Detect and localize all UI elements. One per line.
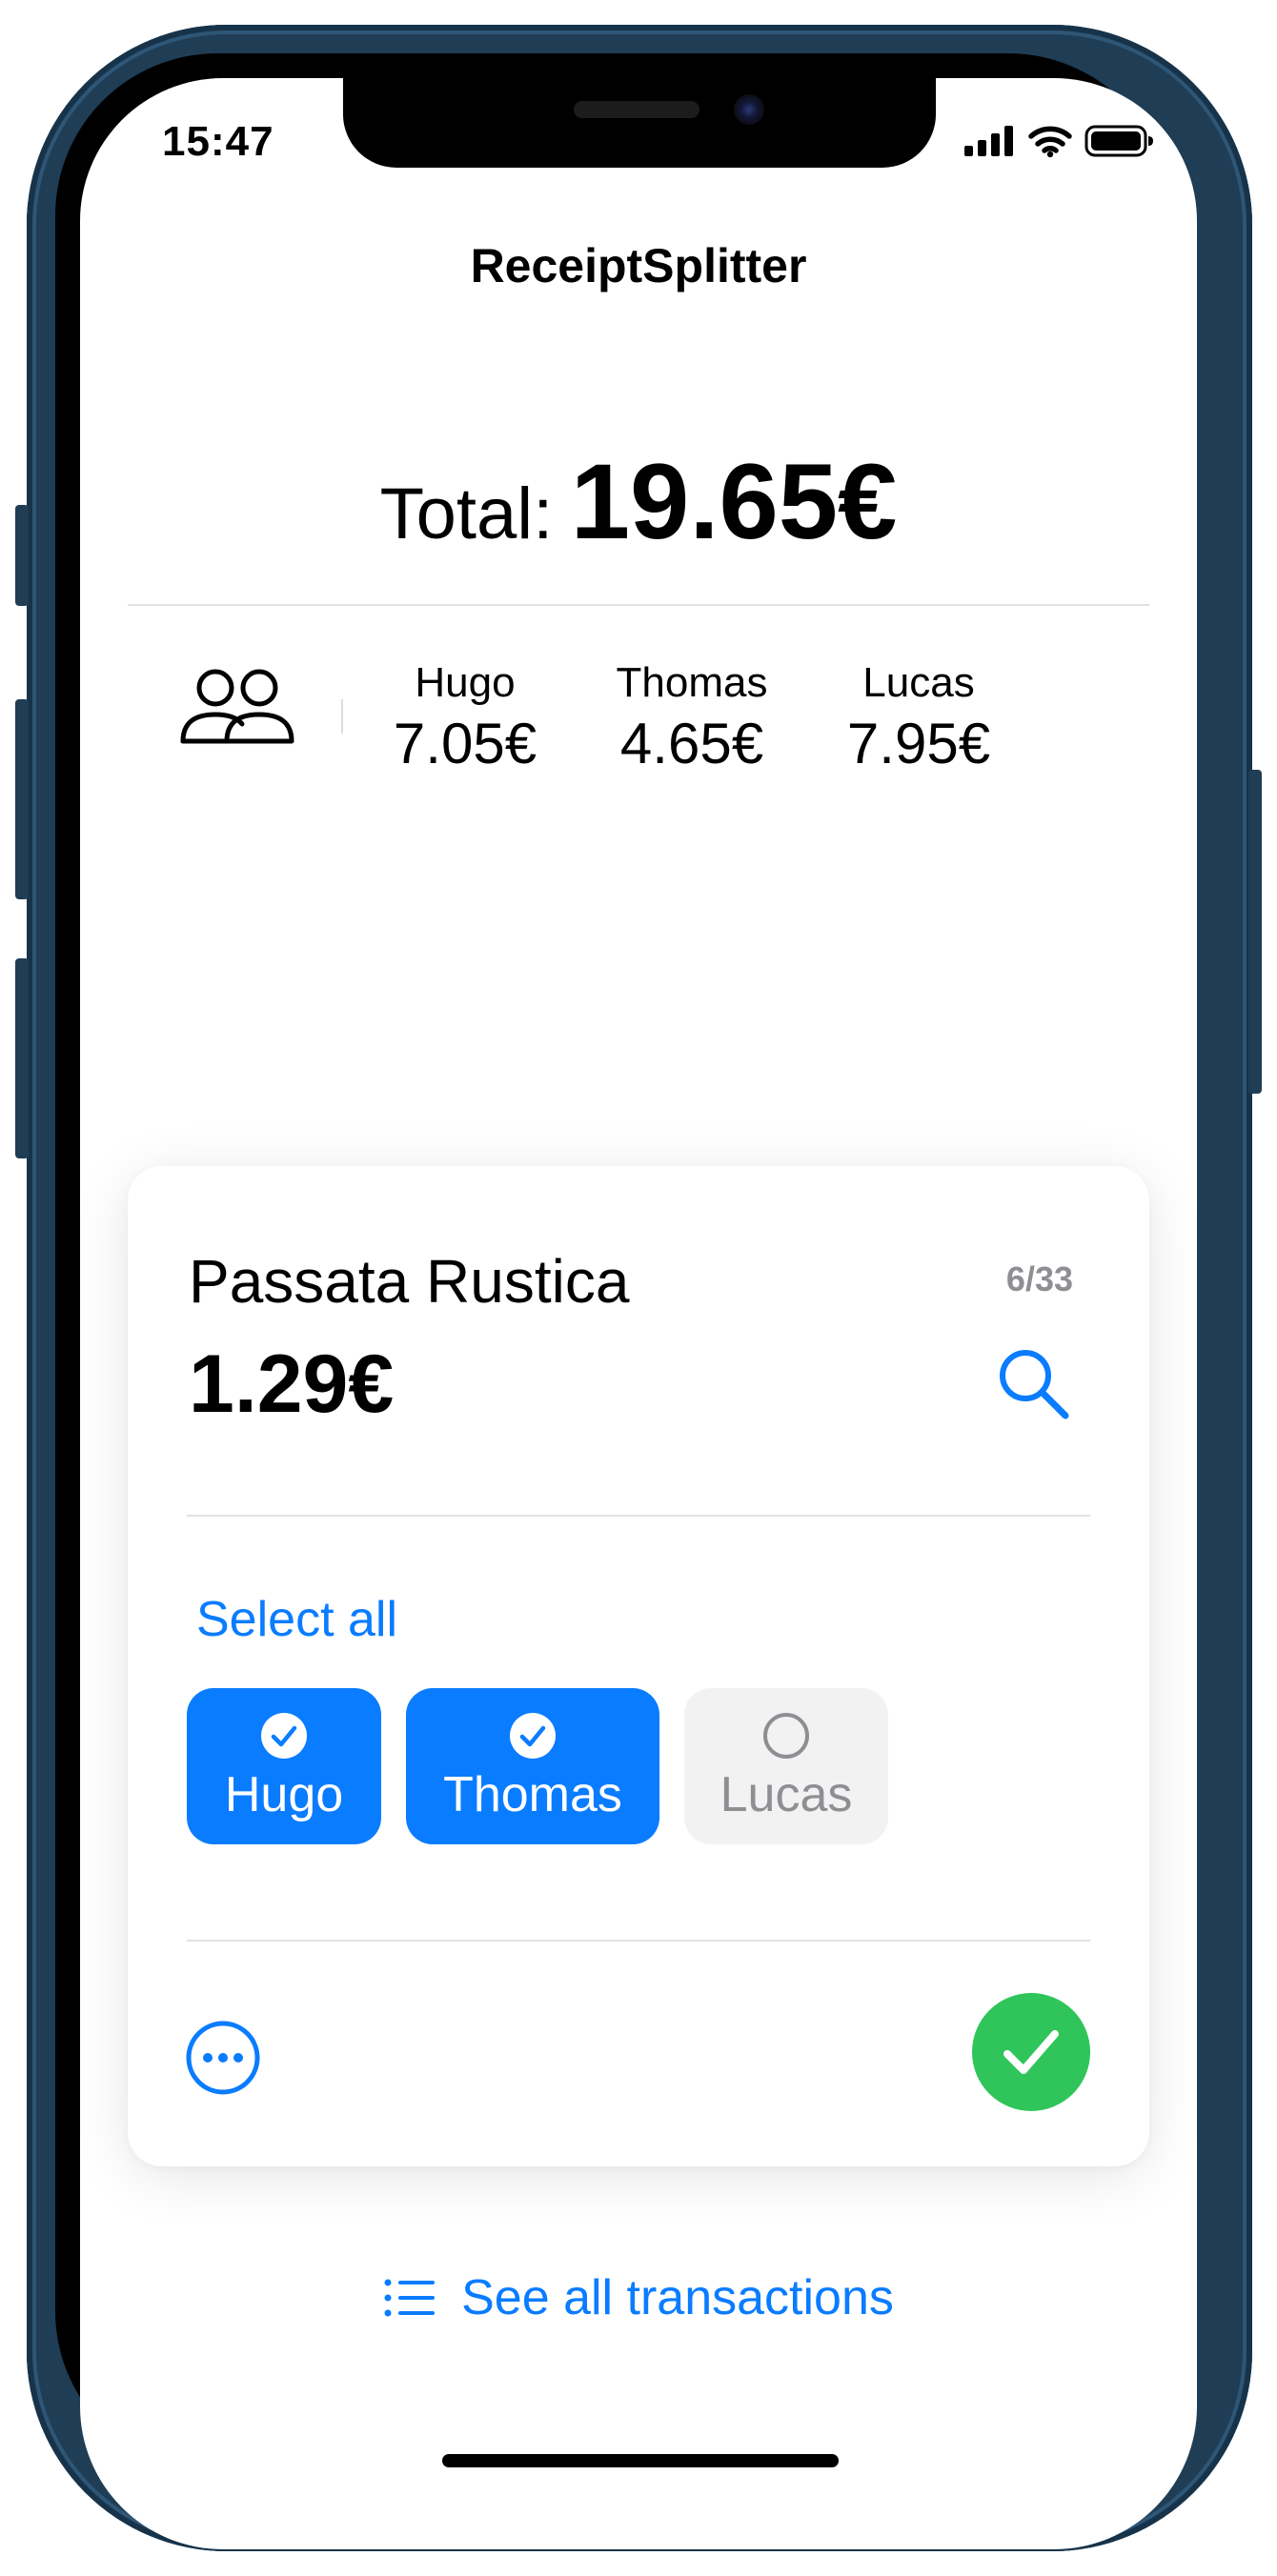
item-card: Passata Rustica 6/33 1.29€ Select all Hu… (128, 1166, 1149, 2166)
top-divider (128, 604, 1149, 606)
battery-icon (1084, 125, 1153, 157)
participant-chip-lucas[interactable]: Lucas (684, 1688, 888, 1844)
checkmark-icon (1003, 2030, 1059, 2074)
chip-label: Thomas (443, 1767, 622, 1822)
more-options-icon[interactable] (185, 2020, 261, 2096)
participant-chip-hugo[interactable]: Hugo (187, 1688, 381, 1844)
notch (343, 78, 936, 168)
volume-up-button (15, 699, 29, 899)
see-all-transactions-link[interactable]: See all transactions (80, 2269, 1197, 2326)
status-icons (963, 124, 1155, 158)
person-summary-lucas: Lucas 7.95€ (823, 659, 1014, 776)
wifi-icon (1028, 126, 1072, 158)
person-name: Lucas (862, 659, 975, 706)
person-name: Hugo (415, 659, 516, 706)
checkmark-circle-icon (261, 1713, 307, 1759)
empty-circle-icon (763, 1713, 809, 1759)
total-value: 19.65€ (570, 442, 898, 561)
total-summary: Total: 19.65€ (80, 440, 1197, 563)
person-name: Thomas (616, 659, 768, 706)
checkmark-circle-icon (510, 1713, 556, 1759)
person-summary-hugo: Hugo 7.05€ (370, 659, 560, 776)
card-divider-top (187, 1515, 1090, 1517)
list-icon (384, 2279, 436, 2317)
see-all-label: See all transactions (461, 2270, 894, 2325)
cellular-signal-icon (964, 126, 1013, 156)
person-amount: 7.05€ (393, 712, 537, 775)
search-icon[interactable] (993, 1343, 1073, 1423)
screen: 15:47 ReceiptSplitter Total: 19.65€ Hugo… (80, 78, 1197, 2549)
item-name: Passata Rustica (189, 1247, 630, 1316)
person-summary-thomas: Thomas 4.65€ (597, 659, 787, 776)
person-amount: 4.65€ (619, 712, 764, 775)
select-all-button[interactable]: Select all (196, 1591, 397, 1648)
item-counter: 6/33 (1005, 1259, 1073, 1298)
status-time: 15:47 (162, 118, 274, 165)
chip-label: Hugo (224, 1767, 344, 1822)
item-price: 1.29€ (189, 1338, 395, 1430)
speaker-grille (574, 101, 699, 118)
home-indicator[interactable] (442, 2454, 839, 2467)
chip-label: Lucas (720, 1767, 853, 1822)
front-camera (734, 94, 764, 125)
total-label: Total: (379, 473, 554, 554)
silent-switch (15, 505, 29, 606)
card-divider-bottom (187, 1940, 1090, 1942)
confirm-button[interactable] (972, 1993, 1090, 2111)
participant-chip-thomas[interactable]: Thomas (406, 1688, 659, 1844)
volume-down-button (15, 958, 29, 1158)
person-amount: 7.95€ (846, 712, 991, 775)
power-button (1248, 770, 1262, 1094)
people-icon[interactable] (175, 659, 299, 755)
people-separator (341, 699, 343, 734)
app-title: ReceiptSplitter (470, 239, 807, 292)
